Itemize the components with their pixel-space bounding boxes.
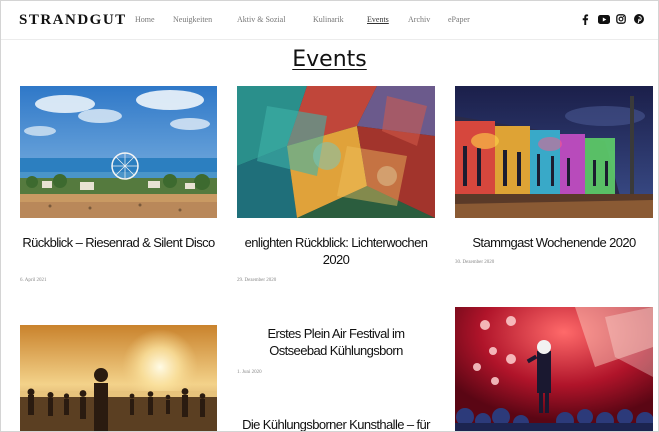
event-image-sunset-beach[interactable] <box>20 325 217 431</box>
top-navigation: STRANDGUT Home Neuigkeiten Aktiv & Sozia… <box>1 1 658 40</box>
event-image-lichterwochen[interactable] <box>237 86 435 218</box>
site-logo[interactable]: STRANDGUT <box>19 12 127 29</box>
nav-kulinarik[interactable]: Kulinarik <box>313 15 344 24</box>
pinterest-icon[interactable] <box>633 13 645 25</box>
event-title[interactable]: Stammgast Wochenende 2020 <box>455 234 653 251</box>
nav-aktiv-sozial[interactable]: Aktiv & Sozial <box>237 15 285 24</box>
nav-epaper[interactable]: ePaper <box>448 15 470 24</box>
event-image-stammgast[interactable] <box>455 86 653 218</box>
event-image-riesenrad[interactable] <box>20 86 217 218</box>
event-date: 30. Dezember 2020 <box>455 260 495 265</box>
browser-page: STRANDGUT Home Neuigkeiten Aktiv & Sozia… <box>0 0 659 432</box>
event-date: 29. Dezember 2020 <box>237 278 277 283</box>
instagram-icon[interactable] <box>615 13 627 25</box>
nav-events[interactable]: Events <box>367 15 389 24</box>
event-title[interactable]: Rückblick – Riesenrad & Silent Disco <box>20 234 217 251</box>
facebook-icon[interactable] <box>579 13 591 25</box>
event-title[interactable]: Erstes Plein Air Festival im Ostseebad K… <box>247 325 425 359</box>
youtube-icon[interactable] <box>598 13 610 25</box>
page-title: Events <box>292 47 367 72</box>
event-date: 6. April 2021 <box>20 278 47 283</box>
event-title[interactable]: enlighten Rückblick: Lichterwochen 2020 <box>237 234 435 268</box>
nav-archiv[interactable]: Archiv <box>408 15 430 24</box>
event-date: 1. Juni 2020 <box>237 370 262 375</box>
nav-neuigkeiten[interactable]: Neuigkeiten <box>173 15 212 24</box>
event-title[interactable]: Die Kühlungsborner Kunsthalle – für <box>233 416 439 431</box>
nav-home[interactable]: Home <box>135 15 155 24</box>
event-image-concert[interactable] <box>455 307 653 431</box>
